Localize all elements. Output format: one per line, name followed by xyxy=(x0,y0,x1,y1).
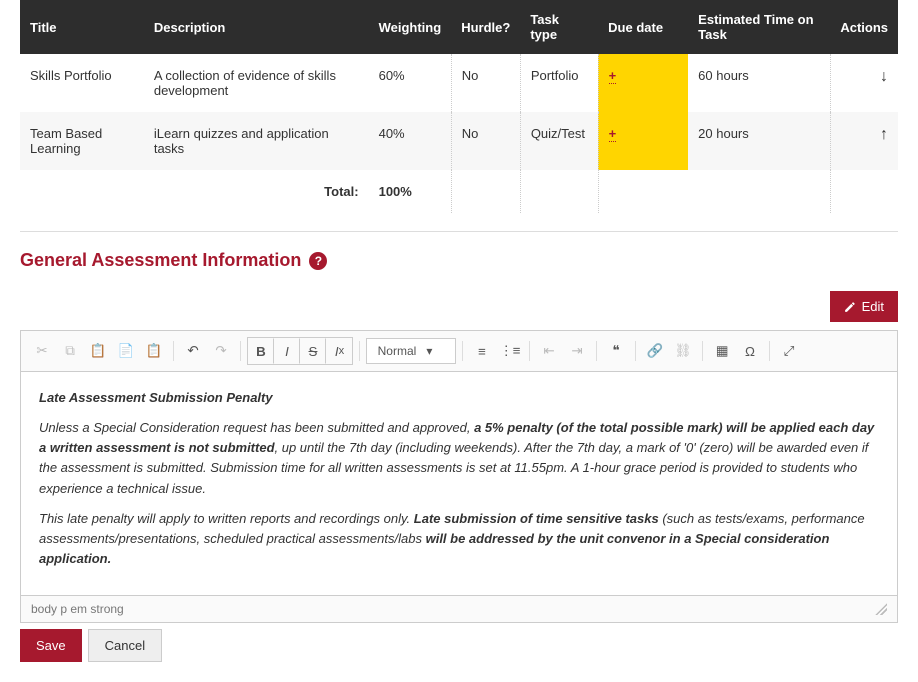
cut-icon[interactable]: ✂ xyxy=(29,338,55,364)
rich-text-editor: ✂ ⧉ 📋 📄 📋 ↶ ↷ B I S Ix Normal ▾ ≡ ⋮≡ ⇤ ⇥… xyxy=(20,330,898,623)
editor-content[interactable]: Late Assessment Submission Penalty Unles… xyxy=(21,372,897,595)
blockquote-icon[interactable]: ❝ xyxy=(603,338,629,364)
link-icon[interactable]: 🔗 xyxy=(642,338,668,364)
cell-actions[interactable]: ↓ xyxy=(830,54,898,112)
table-row: Skills Portfolio A collection of evidenc… xyxy=(20,54,898,112)
pencil-icon xyxy=(844,301,856,313)
strike-icon[interactable]: S xyxy=(300,338,326,364)
cell-actions[interactable]: ↑ xyxy=(830,112,898,170)
special-char-icon[interactable]: Ω xyxy=(737,338,763,364)
th-weighting: Weighting xyxy=(369,0,452,54)
cell-weighting: 60% xyxy=(369,54,452,112)
unlink-icon[interactable]: ⛓ xyxy=(670,338,696,364)
edit-button-label: Edit xyxy=(862,299,884,314)
cell-est-time: 20 hours xyxy=(688,112,830,170)
cell-description: iLearn quizzes and application tasks xyxy=(144,112,369,170)
remove-format-icon[interactable]: Ix xyxy=(326,338,352,364)
editor-toolbar: ✂ ⧉ 📋 📄 📋 ↶ ↷ B I S Ix Normal ▾ ≡ ⋮≡ ⇤ ⇥… xyxy=(21,331,897,372)
paste-text-icon[interactable]: 📄 xyxy=(113,338,139,364)
redo-icon[interactable]: ↷ xyxy=(208,338,234,364)
th-hurdle: Hurdle? xyxy=(451,0,520,54)
numbered-list-icon[interactable]: ≡ xyxy=(469,338,495,364)
total-row: Total: 100% xyxy=(20,170,898,213)
cell-title: Team Based Learning xyxy=(20,112,144,170)
edit-button[interactable]: Edit xyxy=(830,291,898,322)
th-task-type: Task type xyxy=(520,0,598,54)
outdent-icon[interactable]: ⇤ xyxy=(536,338,562,364)
paste-word-icon[interactable]: 📋 xyxy=(141,338,167,364)
th-description: Description xyxy=(144,0,369,54)
th-due-date: Due date xyxy=(598,0,688,54)
copy-icon[interactable]: ⧉ xyxy=(57,338,83,364)
italic-icon[interactable]: I xyxy=(274,338,300,364)
format-select[interactable]: Normal ▾ xyxy=(366,338,456,364)
divider xyxy=(20,231,898,232)
add-due-date-icon[interactable]: + xyxy=(609,68,617,84)
element-path[interactable]: body p em strong xyxy=(31,602,124,616)
cell-due-date[interactable]: + xyxy=(598,112,688,170)
move-up-icon[interactable]: ↑ xyxy=(880,126,888,143)
resize-grip-icon[interactable] xyxy=(875,603,887,615)
section-heading: General Assessment Information ? xyxy=(20,250,898,271)
cell-title: Skills Portfolio xyxy=(20,54,144,112)
cell-weighting: 40% xyxy=(369,112,452,170)
content-heading: Late Assessment Submission Penalty xyxy=(39,388,879,408)
cell-est-time: 60 hours xyxy=(688,54,830,112)
th-est-time: Estimated Time on Task xyxy=(688,0,830,54)
bulleted-list-icon[interactable]: ⋮≡ xyxy=(497,338,523,364)
cell-task-type: Portfolio xyxy=(520,54,598,112)
cell-due-date[interactable]: + xyxy=(598,54,688,112)
maximize-icon[interactable]: ⤢ xyxy=(776,338,802,364)
element-path-bar: body p em strong xyxy=(21,595,897,622)
th-actions: Actions xyxy=(830,0,898,54)
table-icon[interactable]: ▦ xyxy=(709,338,735,364)
th-title: Title xyxy=(20,0,144,54)
cell-hurdle: No xyxy=(451,54,520,112)
content-paragraph: Unless a Special Consideration request h… xyxy=(39,418,879,499)
table-row: Team Based Learning iLearn quizzes and a… xyxy=(20,112,898,170)
cell-task-type: Quiz/Test xyxy=(520,112,598,170)
cell-hurdle: No xyxy=(451,112,520,170)
move-down-icon[interactable]: ↓ xyxy=(880,68,888,85)
add-due-date-icon[interactable]: + xyxy=(609,126,617,142)
paste-icon[interactable]: 📋 xyxy=(85,338,111,364)
section-heading-text: General Assessment Information xyxy=(20,250,301,271)
total-label: Total: xyxy=(144,170,369,213)
save-button[interactable]: Save xyxy=(20,629,82,662)
cancel-button[interactable]: Cancel xyxy=(88,629,162,662)
assessment-table: Title Description Weighting Hurdle? Task… xyxy=(20,0,898,213)
total-value: 100% xyxy=(369,170,452,213)
content-paragraph: This late penalty will apply to written … xyxy=(39,509,879,569)
indent-icon[interactable]: ⇥ xyxy=(564,338,590,364)
bold-icon[interactable]: B xyxy=(248,338,274,364)
help-icon[interactable]: ? xyxy=(309,252,327,270)
undo-icon[interactable]: ↶ xyxy=(180,338,206,364)
cell-description: A collection of evidence of skills devel… xyxy=(144,54,369,112)
